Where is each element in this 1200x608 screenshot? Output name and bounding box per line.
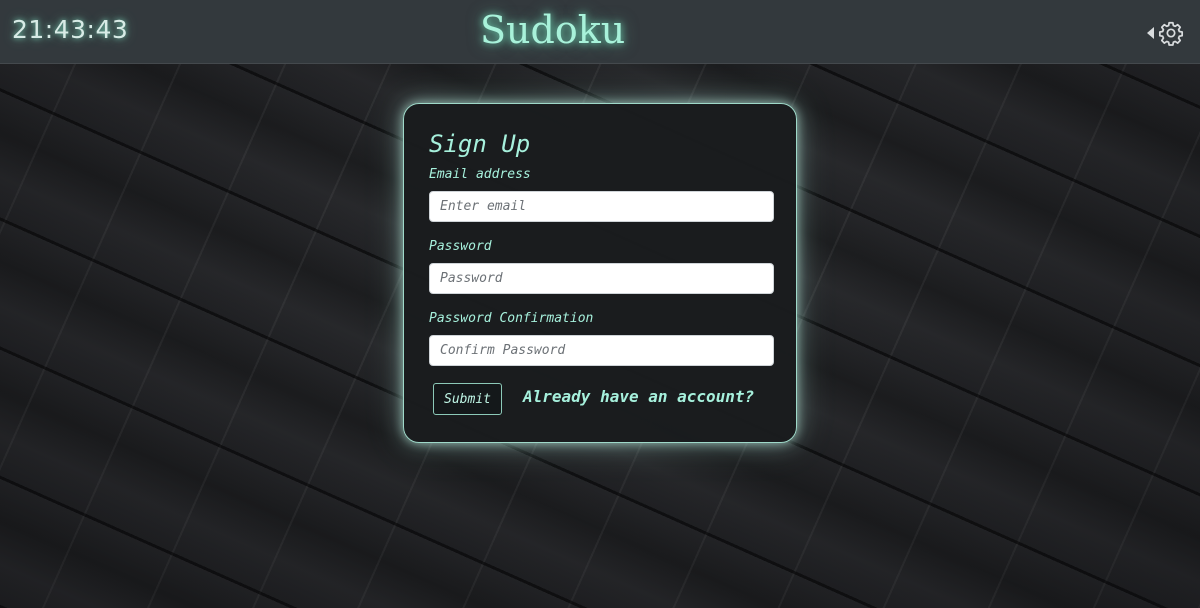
clock: 21:43:43 [12, 15, 129, 44]
app-title: Sudoku [480, 8, 626, 52]
password-confirmation-field[interactable] [429, 335, 774, 366]
gear-icon [1158, 21, 1184, 46]
email-field[interactable] [429, 191, 774, 222]
top-bar: 21:43:43 Sudoku [0, 0, 1200, 64]
sign-up-card: Sign Up Email address Password Password … [403, 103, 797, 443]
form-title: Sign Up [429, 130, 531, 158]
page: 21:43:43 Sudoku Sign Up Email address Pa… [0, 0, 1200, 608]
settings-button[interactable] [1147, 20, 1184, 46]
password-label: Password [429, 239, 492, 254]
submit-button[interactable]: Submit [433, 383, 502, 415]
caret-left-icon [1147, 27, 1154, 39]
email-label: Email address [429, 167, 531, 182]
login-link[interactable]: Already have an account? [523, 387, 754, 406]
password-confirmation-label: Password Confirmation [429, 311, 594, 326]
password-field[interactable] [429, 263, 774, 294]
